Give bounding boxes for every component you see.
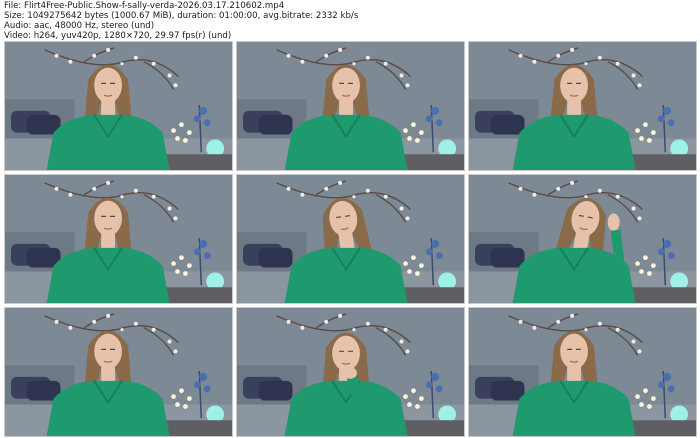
frame-image: [469, 42, 696, 170]
video-thumbnail-2: [236, 41, 465, 171]
audio-info-line: Audio: aac, 48000 Hz, stereo (und): [4, 21, 155, 31]
video-thumbnail-5: [236, 174, 465, 304]
video-thumbnail-3: [468, 41, 697, 171]
frame-image: [469, 308, 696, 436]
frame-image: [469, 175, 696, 303]
frame-image: [5, 42, 232, 170]
frame-image: [237, 308, 464, 436]
video-thumbnail-7: [4, 307, 233, 437]
video-thumbnail-1: [4, 41, 233, 171]
video-thumbnail-6: [468, 174, 697, 304]
frame-image: [237, 175, 464, 303]
video-thumbnail-4: [4, 174, 233, 304]
file-size-line: Size: 1049275642 bytes (1000.67 MiB), du…: [4, 11, 359, 21]
frame-image: [237, 42, 464, 170]
video-thumbnail-9: [468, 307, 697, 437]
video-info-line: Video: h264, yuv420p, 1280×720, 29.97 fp…: [4, 31, 232, 41]
frame-image: [5, 175, 232, 303]
frame-image: [5, 308, 232, 436]
file-name-line: File: Flirt4Free-Public.Show-f-sally-ver…: [4, 1, 285, 11]
file-info-header: File: Flirt4Free-Public.Show-f-sally-ver…: [4, 1, 694, 41]
video-thumbnail-8: [236, 307, 465, 437]
